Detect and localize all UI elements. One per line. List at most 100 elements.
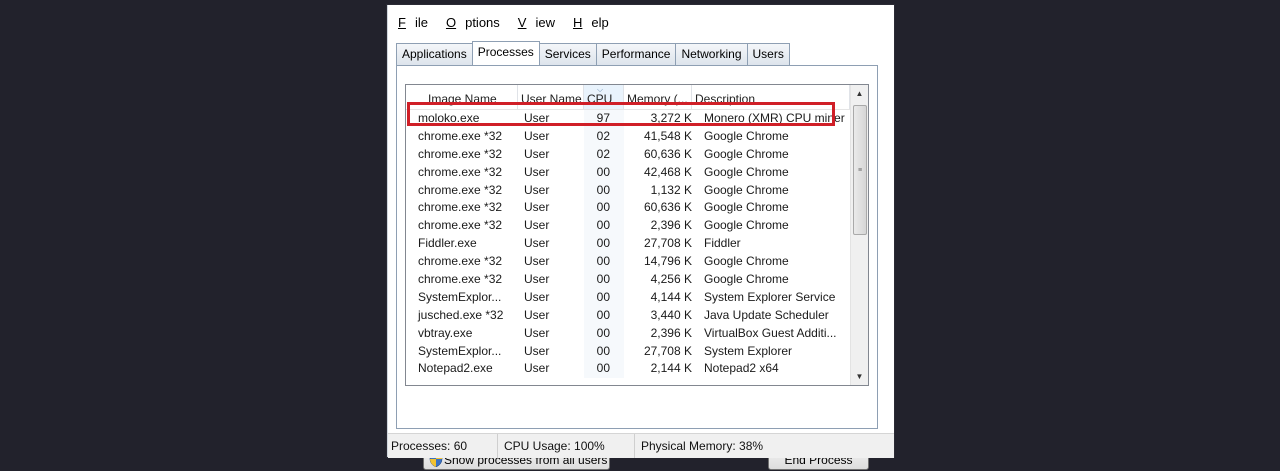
table-row[interactable]: chrome.exe *32 User 00 42,468 K Google Chrom… <box>406 163 850 182</box>
memory-cell: 60,636 K <box>643 146 692 161</box>
description-cell: Fiddler <box>704 236 741 251</box>
user-name-cell: User <box>524 111 550 125</box>
cpu-cell: 00 <box>584 360 624 379</box>
vertical-scrollbar[interactable]: ▲ ≡ ▼ <box>850 85 868 385</box>
cpu-cell: 00 <box>584 163 624 182</box>
memory-cell: 27,708 K <box>643 343 692 358</box>
process-name-cell: chrome.exe *32 <box>418 254 503 269</box>
user-name-cell: User <box>524 218 550 233</box>
user-name-cell: User <box>524 307 550 322</box>
memory-cell: 4,256 K <box>650 272 692 287</box>
table-row[interactable]: vbtray.exe User 00 2,396 K VirtualBox Guest … <box>406 324 850 343</box>
column-description[interactable]: Description <box>692 85 850 109</box>
task-manager-window: File Options View Help Applications Proc… <box>387 5 894 470</box>
table-row[interactable]: chrome.exe *32 User 00 14,796 K Google Chrom… <box>406 253 850 272</box>
table-row[interactable]: chrome.exe *32 User 00 4,256 K Google Chrome <box>406 271 850 289</box>
memory-cell: 60,636 K <box>643 200 692 215</box>
memory-cell: 3,440 K <box>650 307 692 322</box>
process-name-cell: chrome.exe *32 <box>418 182 503 197</box>
memory-cell: 4,144 K <box>650 289 692 304</box>
cpu-cell: 00 <box>584 181 624 200</box>
cpu-cell: 97 <box>584 110 624 128</box>
process-name-cell: Notepad2.exe <box>418 361 493 376</box>
table-row[interactable]: SystemExplor... User 00 27,708 K System Expl… <box>406 342 850 361</box>
menu-view[interactable]: View <box>514 13 569 35</box>
scrollbar-thumb[interactable]: ≡ <box>853 105 867 235</box>
table-row[interactable]: chrome.exe *32 User 00 60,636 K Google Chrom… <box>406 199 850 218</box>
process-name-cell: SystemExplor... <box>418 289 502 304</box>
table-row[interactable]: chrome.exe *32 User 00 1,132 K Google Chrome <box>406 181 850 200</box>
process-name-cell: vbtray.exe <box>418 325 473 340</box>
tab-services[interactable]: Services <box>538 43 597 65</box>
description-cell: VirtualBox Guest Additi... <box>704 325 837 340</box>
table-row[interactable]: Fiddler.exe User 00 27,708 K Fiddler <box>406 235 850 254</box>
description-cell: Google Chrome <box>704 200 789 215</box>
column-cpu[interactable]: ⌵ CPU <box>584 85 624 109</box>
description-cell: Java Update Scheduler <box>704 307 829 322</box>
tab-users[interactable]: Users <box>746 43 790 65</box>
cpu-cell: 00 <box>584 199 624 218</box>
cpu-cell: 02 <box>584 127 624 146</box>
menu-bar: File Options View Help <box>388 13 900 35</box>
menu-file[interactable]: File <box>394 13 442 35</box>
column-header-row: Image Name User Name ⌵ CPU Memory (... De… <box>406 85 850 110</box>
status-cpu-usage: CPU Usage: 100% <box>498 434 635 458</box>
description-cell: System Explorer <box>704 343 793 358</box>
memory-cell: 42,468 K <box>643 164 692 179</box>
scroll-down-arrow-icon[interactable]: ▼ <box>851 368 868 385</box>
process-name-cell: moloko.exe <box>418 111 480 125</box>
status-physical-memory: Physical Memory: 38% <box>641 439 764 453</box>
column-user-name[interactable]: User Name <box>518 85 584 109</box>
user-name-cell: User <box>524 289 550 304</box>
tab-networking[interactable]: Networking <box>675 43 748 65</box>
column-memory[interactable]: Memory (... <box>624 85 692 109</box>
user-name-cell: User <box>524 146 550 161</box>
user-name-cell: User <box>524 182 550 197</box>
memory-cell: 1,132 K <box>650 182 692 197</box>
sort-descending-icon: ⌵ <box>597 85 604 94</box>
process-name-cell: Fiddler.exe <box>418 236 477 251</box>
table-row[interactable]: jusched.exe *32 User 00 3,440 K Java Update … <box>406 306 850 325</box>
memory-cell: 2,396 K <box>650 325 692 340</box>
user-name-cell: User <box>524 236 550 251</box>
description-cell: Google Chrome <box>704 272 789 287</box>
table-row[interactable]: chrome.exe *32 User 00 2,396 K Google Chrome <box>406 217 850 236</box>
memory-cell: 14,796 K <box>643 254 692 269</box>
description-cell: Google Chrome <box>704 128 789 143</box>
cpu-cell: 00 <box>584 324 624 343</box>
cpu-cell: 00 <box>584 288 624 307</box>
table-row[interactable]: SystemExplor... User 00 4,144 K System Explo… <box>406 288 850 307</box>
table-row[interactable]: Notepad2.exe User 00 2,144 K Notepad2 x64 <box>406 360 850 379</box>
process-name-cell: chrome.exe *32 <box>418 146 503 161</box>
process-name-cell: chrome.exe *32 <box>418 218 503 233</box>
memory-cell: 41,548 K <box>643 128 692 143</box>
column-image-name[interactable]: Image Name <box>406 85 518 109</box>
memory-cell: 2,144 K <box>650 361 692 376</box>
cpu-cell: 00 <box>584 306 624 325</box>
table-row[interactable]: chrome.exe *32 User 02 60,636 K Google Chrom… <box>406 145 850 164</box>
cpu-cell: 00 <box>584 217 624 236</box>
process-list[interactable]: Image Name User Name ⌵ CPU Memory (... De… <box>405 84 869 386</box>
menu-help[interactable]: Help <box>569 13 623 35</box>
grip-icon: ≡ <box>858 167 863 174</box>
table-row[interactable]: chrome.exe *32 User 02 41,548 K Google Chrom… <box>406 127 850 146</box>
process-name-cell: chrome.exe *32 <box>418 128 503 143</box>
memory-cell: 27,708 K <box>643 236 692 251</box>
scroll-up-arrow-icon[interactable]: ▲ <box>851 85 868 102</box>
process-name-cell: SystemExplor... <box>418 343 502 358</box>
tab-processes[interactable]: Processes <box>471 41 540 66</box>
table-row[interactable]: moloko.exe User 97 3,272 K Monero (XMR) CPU … <box>406 110 850 128</box>
description-cell: Monero (XMR) CPU miner <box>704 111 845 125</box>
tab-applications[interactable]: Applications <box>396 43 473 65</box>
processes-panel: Image Name User Name ⌵ CPU Memory (... De… <box>396 65 878 470</box>
memory-cell: 3,272 K <box>650 111 692 125</box>
tab-performance[interactable]: Performance <box>595 43 677 65</box>
tab-strip: Applications Processes Services Performa… <box>396 41 790 66</box>
description-cell: Google Chrome <box>704 164 789 179</box>
user-name-cell: User <box>524 361 550 376</box>
user-name-cell: User <box>524 254 550 269</box>
user-name-cell: User <box>524 128 550 143</box>
menu-options[interactable]: Options <box>442 13 514 35</box>
user-name-cell: User <box>524 325 550 340</box>
user-name-cell: User <box>524 200 550 215</box>
